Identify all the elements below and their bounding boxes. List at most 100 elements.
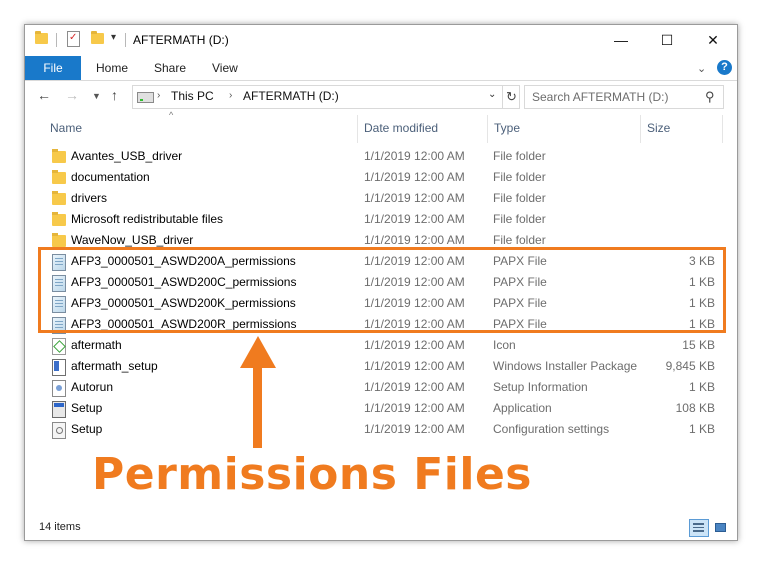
setup-info-icon — [52, 380, 66, 397]
file-date: 1/1/2019 12:00 AM — [364, 233, 465, 247]
permissions-files-highlight — [38, 247, 726, 333]
address-bar[interactable]: › This PC › AFTERMATH (D:) ⌄ ↻ — [132, 85, 520, 109]
column-header-name[interactable]: Name — [50, 121, 82, 135]
file-type: File folder — [493, 149, 546, 163]
file-row[interactable]: Setup 1/1/2019 12:00 AM Application 108 … — [43, 398, 715, 419]
file-name: Setup — [71, 422, 103, 436]
file-name: Microsoft redistributable files — [71, 212, 224, 226]
installer-icon — [52, 359, 66, 376]
close-button[interactable]: ✕ — [690, 25, 736, 55]
column-header-size[interactable]: Size — [647, 121, 670, 135]
column-header-type[interactable]: Type — [494, 121, 520, 135]
file-size: 108 KB — [675, 401, 715, 415]
file-size: 9,845 KB — [665, 359, 715, 373]
file-date: 1/1/2019 12:00 AM — [364, 149, 465, 163]
address-dropdown-icon[interactable]: ⌄ — [488, 89, 496, 100]
file-type: File folder — [493, 233, 546, 247]
breadcrumb-drive[interactable]: AFTERMATH (D:) — [243, 89, 339, 103]
annotation-arrow — [253, 360, 262, 448]
search-input[interactable]: Search AFTERMATH (D:) ⚲ — [524, 85, 724, 109]
drive-icon — [137, 92, 154, 103]
file-date: 1/1/2019 12:00 AM — [364, 422, 465, 436]
breadcrumb-this-pc[interactable]: This PC — [171, 89, 214, 103]
column-divider[interactable] — [722, 115, 723, 143]
column-divider[interactable] — [487, 115, 488, 143]
details-view-icon[interactable] — [689, 519, 709, 537]
icon-file-icon — [52, 338, 66, 355]
file-name: Avantes_USB_driver — [71, 149, 183, 163]
file-date: 1/1/2019 12:00 AM — [364, 380, 465, 394]
chevron-right-icon[interactable]: › — [229, 90, 232, 101]
maximize-button[interactable]: ☐ — [644, 25, 690, 55]
file-row[interactable]: Avantes_USB_driver 1/1/2019 12:00 AM Fil… — [43, 146, 715, 167]
file-row[interactable]: documentation 1/1/2019 12:00 AM File fol… — [43, 167, 715, 188]
toolbar-divider — [56, 33, 57, 47]
minimize-button[interactable]: — — [598, 25, 644, 55]
file-name: aftermath — [71, 338, 122, 352]
item-count: 14 items — [39, 521, 81, 533]
new-folder-icon[interactable] — [91, 31, 104, 44]
tab-share[interactable]: Share — [154, 56, 186, 80]
window-title: AFTERMATH (D:) — [133, 33, 229, 47]
folder-icon — [52, 212, 66, 226]
folder-icon[interactable] — [35, 31, 48, 44]
ribbon: File Home Share View ⌄ ? — [25, 56, 737, 81]
chevron-right-icon[interactable]: › — [157, 90, 160, 101]
folder-icon — [52, 191, 66, 205]
file-row[interactable]: aftermath_setup 1/1/2019 12:00 AM Window… — [43, 356, 715, 377]
file-size: 1 KB — [688, 380, 715, 394]
file-row[interactable]: Setup 1/1/2019 12:00 AM Configuration se… — [43, 419, 715, 440]
folder-icon — [52, 170, 66, 184]
back-arrow-icon[interactable]: ← — [37, 87, 51, 103]
file-type: Configuration settings — [493, 422, 610, 436]
tab-home[interactable]: Home — [96, 56, 128, 80]
search-icon[interactable]: ⚲ — [705, 89, 715, 105]
file-name: drivers — [71, 191, 108, 205]
file-date: 1/1/2019 12:00 AM — [364, 338, 465, 352]
file-date: 1/1/2019 12:00 AM — [364, 170, 465, 184]
column-divider[interactable] — [357, 115, 358, 143]
file-type: File folder — [493, 170, 546, 184]
file-type: Application — [493, 401, 552, 415]
file-name: documentation — [71, 170, 150, 184]
help-icon[interactable]: ? — [717, 60, 732, 75]
title-bar: ✓ ▾ AFTERMATH (D:) — ☐ ✕ — [25, 25, 737, 56]
annotation-label: Permissions Files — [92, 449, 532, 500]
file-row[interactable]: aftermath 1/1/2019 12:00 AM Icon 15 KB — [43, 335, 715, 356]
file-name: Autorun — [71, 380, 114, 394]
file-type: Windows Installer Package — [493, 359, 638, 373]
column-divider[interactable] — [640, 115, 641, 143]
file-name: Setup — [71, 401, 103, 415]
file-name: WaveNow_USB_driver — [71, 233, 194, 247]
tab-file[interactable]: File — [25, 56, 81, 80]
application-icon — [52, 401, 66, 418]
file-row[interactable]: Autorun 1/1/2019 12:00 AM Setup Informat… — [43, 377, 715, 398]
refresh-icon[interactable]: ↻ — [502, 86, 520, 108]
file-date: 1/1/2019 12:00 AM — [364, 191, 465, 205]
file-date: 1/1/2019 12:00 AM — [364, 212, 465, 226]
toolbar-divider — [125, 33, 126, 47]
customize-toolbar-icon[interactable]: ▾ — [111, 32, 116, 43]
large-icons-view-icon[interactable] — [711, 519, 731, 537]
recent-locations-icon[interactable]: ▼ — [92, 91, 101, 101]
up-arrow-icon[interactable]: ↑ — [111, 87, 118, 103]
file-row[interactable]: Microsoft redistributable files 1/1/2019… — [43, 209, 715, 230]
file-type: File folder — [493, 212, 546, 226]
properties-icon[interactable]: ✓ — [67, 31, 80, 47]
expand-ribbon-icon[interactable]: ⌄ — [697, 62, 706, 75]
sort-ascending-icon: ^ — [169, 110, 174, 120]
config-file-icon — [52, 422, 66, 439]
forward-arrow-icon[interactable]: → — [65, 87, 79, 103]
file-type: File folder — [493, 191, 546, 205]
file-row[interactable]: drivers 1/1/2019 12:00 AM File folder — [43, 188, 715, 209]
column-header-date[interactable]: Date modified — [364, 121, 438, 135]
file-date: 1/1/2019 12:00 AM — [364, 401, 465, 415]
file-size: 1 KB — [688, 422, 715, 436]
folder-icon — [52, 233, 66, 247]
file-name: aftermath_setup — [71, 359, 158, 373]
search-placeholder: Search AFTERMATH (D:) — [532, 90, 669, 104]
file-type: Icon — [493, 338, 516, 352]
file-size: 15 KB — [682, 338, 715, 352]
file-type: Setup Information — [493, 380, 588, 394]
tab-view[interactable]: View — [212, 56, 238, 80]
